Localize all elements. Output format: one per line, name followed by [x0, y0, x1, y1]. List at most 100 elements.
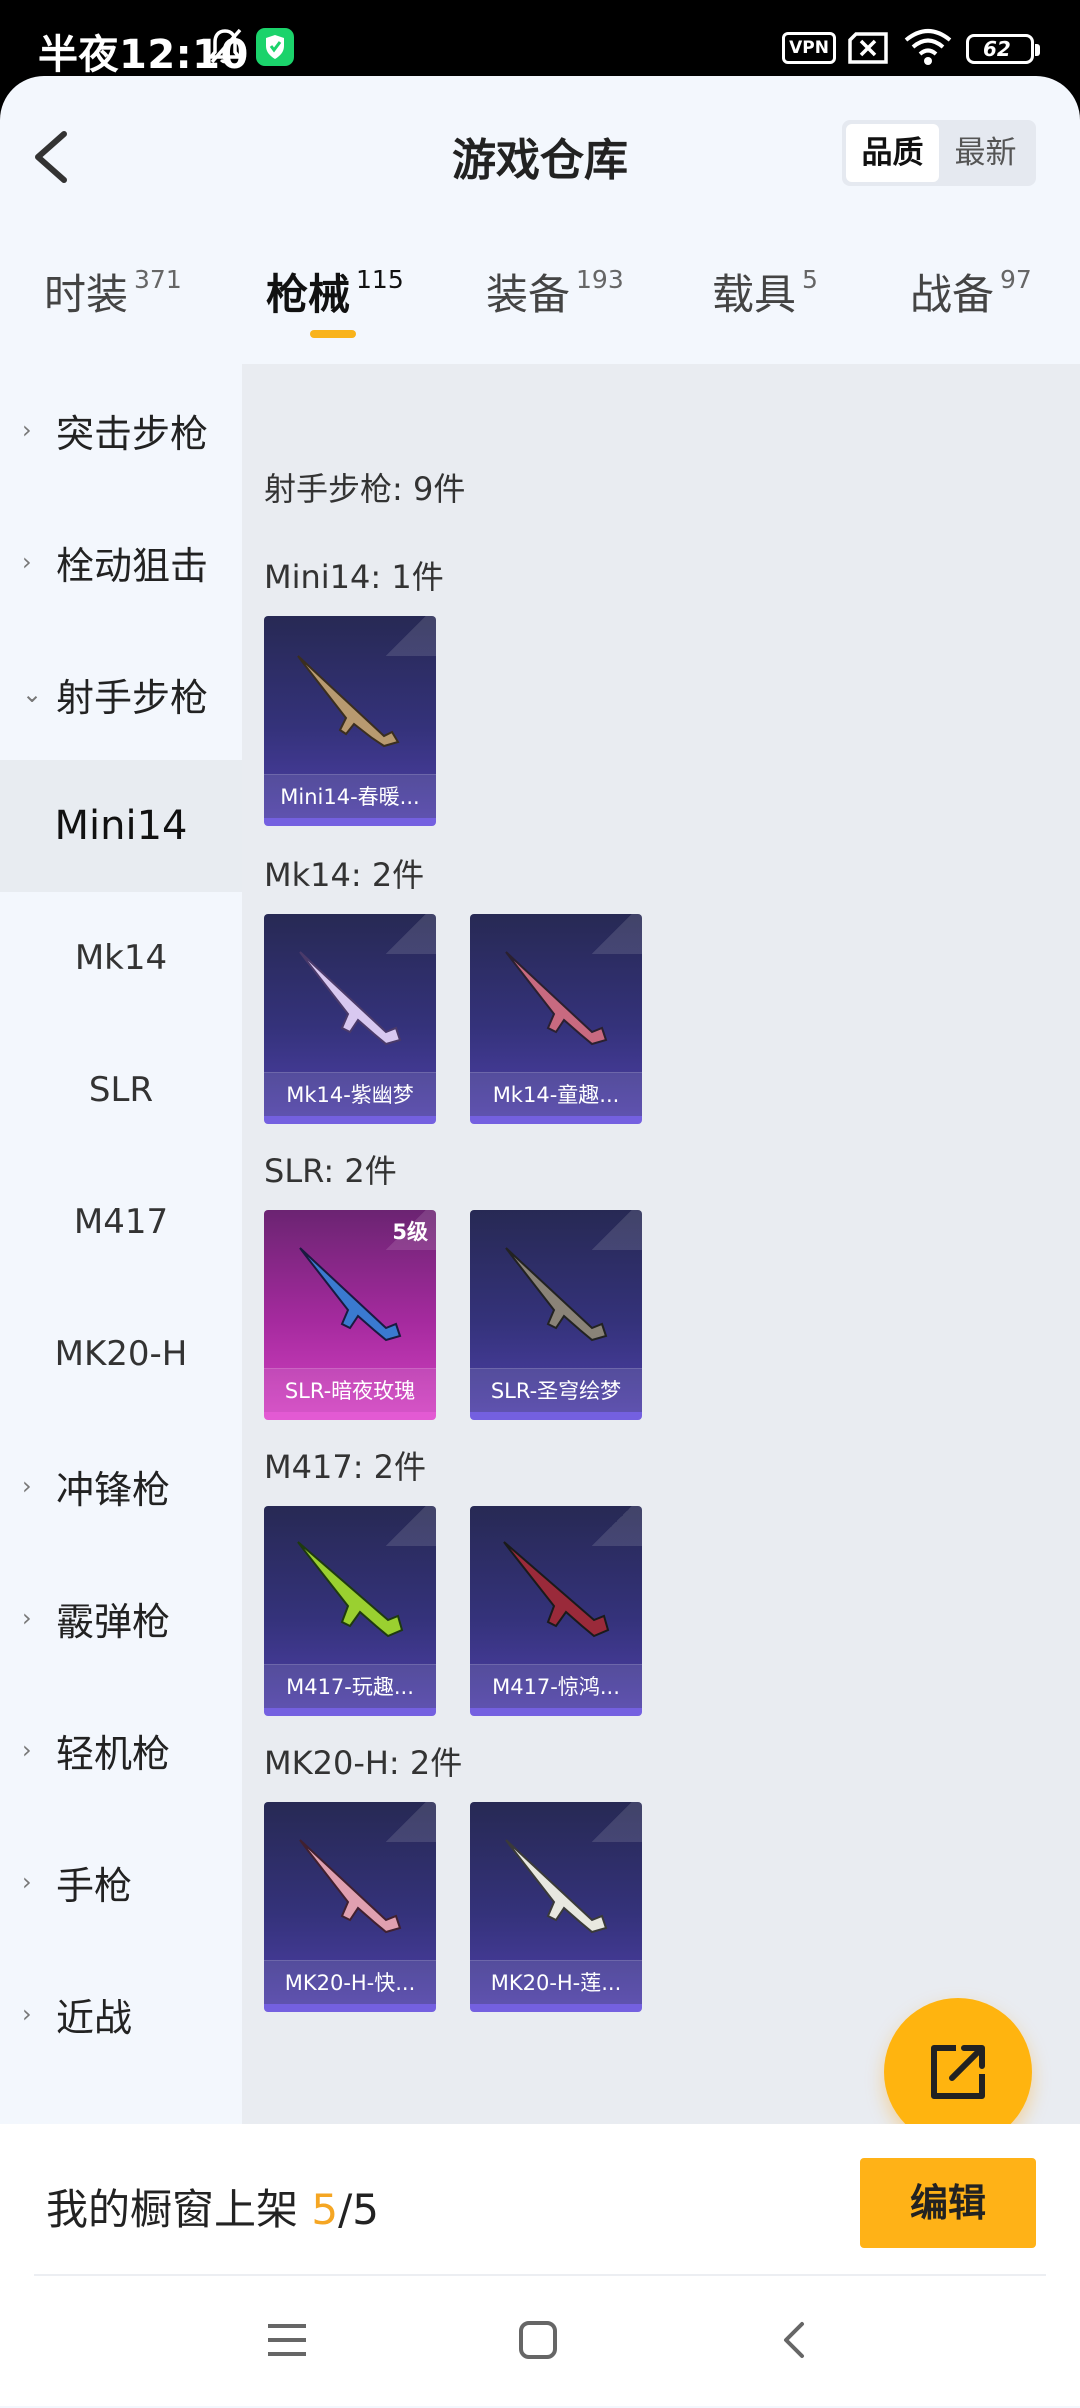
item-card[interactable]: MK20-H-莲... — [470, 1802, 642, 2012]
vpn-icon: VPN — [782, 32, 836, 64]
chevron-right-icon: › — [22, 1868, 32, 1896]
chevron-right-icon: › — [22, 2000, 32, 2028]
tab-supplies[interactable]: 战备 97 — [910, 261, 1032, 322]
rifle-image — [299, 1839, 402, 1934]
sort-quality-button[interactable]: 品质 — [846, 124, 939, 182]
sidebar-item-melee[interactable]: › 近战 — [0, 1948, 242, 2080]
active-tab-indicator — [310, 330, 356, 338]
group-title: Mk14: 2件 — [264, 856, 425, 894]
group-title: Mini14: 1件 — [264, 558, 444, 596]
item-card[interactable]: M417-惊鸿... — [470, 1506, 642, 1716]
sidebar-item-marksman-rifle[interactable]: ⌄ 射手步枪 — [0, 628, 242, 760]
item-name: MK20-H-快... — [264, 1960, 436, 2004]
tab-count: 97 — [1000, 265, 1032, 294]
sidebar-item-label: 栓动狙击 — [56, 543, 209, 588]
no-sim-icon — [848, 32, 888, 64]
item-name: Mk14-紫幽梦 — [264, 1072, 436, 1116]
bell-off-icon — [207, 28, 243, 64]
item-card[interactable]: 5级 SLR-暗夜玫瑰 — [264, 1210, 436, 1420]
tab-label: 枪械 — [266, 270, 351, 319]
battery-icon: 62 — [966, 34, 1040, 64]
tab-vehicles[interactable]: 载具 5 — [712, 261, 818, 322]
menu-icon[interactable] — [266, 2320, 308, 2360]
group-title: MK20-H: 2件 — [264, 1744, 463, 1782]
sort-toggle: 品质 最新 — [842, 120, 1036, 186]
sidebar-item-bolt-sniper[interactable]: › 栓动狙击 — [0, 496, 242, 628]
tab-label: 战备 — [910, 270, 995, 319]
sidebar-item-label: 冲锋枪 — [56, 1467, 171, 1512]
shelf-status: 我的橱窗上架 5/5 — [46, 2176, 379, 2237]
chevron-right-icon: › — [22, 1604, 32, 1632]
sidebar-subitem-mk20h[interactable]: MK20-H — [0, 1288, 242, 1420]
sort-latest-button[interactable]: 最新 — [939, 124, 1032, 182]
rifle-image — [505, 1839, 608, 1934]
rifle-image — [299, 951, 402, 1046]
sidebar-item-label: 突击步枪 — [56, 411, 209, 456]
item-name: MK20-H-莲... — [470, 1960, 642, 2004]
chevron-right-icon: › — [22, 548, 32, 576]
share-icon — [931, 2045, 985, 2099]
item-grid-area: 射手步枪: 9件 Mini14: 1件 Mini14-春暖... Mk14: 2… — [242, 364, 1080, 2198]
sidebar-subitem-m417[interactable]: M417 — [0, 1156, 242, 1288]
shelf-total-count: /5 — [338, 2185, 379, 2234]
edit-button[interactable]: 编辑 — [860, 2158, 1036, 2248]
tab-label: 载具 — [712, 270, 797, 319]
item-card[interactable]: SLR-圣穹绘梦 — [470, 1210, 642, 1420]
tab-count: 5 — [802, 265, 818, 294]
item-name: Mini14-春暖... — [264, 774, 436, 818]
wifi-icon — [904, 29, 952, 65]
item-card[interactable]: Mini14-春暖... — [264, 616, 436, 826]
chevron-down-icon: ⌄ — [22, 680, 43, 708]
shelf-bar: 我的橱窗上架 5/5 编辑 — [0, 2124, 1080, 2284]
security-shield-icon — [256, 28, 294, 66]
tab-equipment[interactable]: 装备 193 — [486, 261, 624, 322]
rifle-image — [297, 1541, 404, 1638]
sidebar-item-label: 轻机枪 — [56, 1731, 171, 1776]
item-name: M417-玩趣... — [264, 1664, 436, 1708]
item-card[interactable]: M417-玩趣... — [264, 1506, 436, 1716]
sidebar-subitem-mini14[interactable]: Mini14 — [0, 760, 242, 892]
sidebar-subitem-slr[interactable]: SLR — [0, 1024, 242, 1156]
item-name: SLR-暗夜玫瑰 — [264, 1368, 436, 1412]
sidebar-item-label: 霰弹枪 — [56, 1599, 171, 1644]
rifle-image — [299, 1247, 402, 1342]
tab-count: 371 — [134, 265, 182, 294]
shelf-label: 我的橱窗上架 — [46, 2185, 299, 2234]
sidebar-item-label: 近战 — [56, 1995, 133, 2040]
rifle-image — [505, 1247, 608, 1342]
tab-fashion[interactable]: 时装 371 — [44, 261, 182, 322]
header: 游戏仓库 品质 最新 — [0, 76, 1080, 226]
sidebar-item-pistol[interactable]: › 手枪 — [0, 1816, 242, 1948]
sidebar: › 突击步枪 › 栓动狙击 ⌄ 射手步枪 Mini14 Mk14 SLR M417 M… — [0, 364, 242, 2198]
sidebar-item-smg[interactable]: › 冲锋枪 — [0, 1420, 242, 1552]
back-icon[interactable] — [778, 2320, 808, 2360]
chevron-right-icon: › — [22, 1472, 32, 1500]
rifle-image — [505, 951, 608, 1046]
sidebar-subitem-mk14[interactable]: Mk14 — [0, 892, 242, 1024]
category-tabs: 时装 371 枪械 115 装备 193 载具 5 战备 97 — [0, 261, 1080, 361]
chevron-right-icon: › — [22, 1736, 32, 1764]
rifle-image — [503, 1541, 610, 1638]
tab-label: 装备 — [486, 270, 571, 319]
item-card[interactable]: Mk14-童趣... — [470, 914, 642, 1124]
battery-level: 62 — [983, 37, 1011, 61]
group-title: SLR: 2件 — [264, 1152, 397, 1190]
tab-label: 时装 — [44, 270, 129, 319]
home-icon[interactable] — [518, 2320, 558, 2360]
sidebar-item-label: 手枪 — [56, 1863, 133, 1908]
sidebar-item-label: 射手步枪 — [56, 675, 209, 720]
tab-count: 193 — [576, 265, 624, 294]
item-card[interactable]: MK20-H-快... — [264, 1802, 436, 2012]
item-name: Mk14-童趣... — [470, 1072, 642, 1116]
group-title: M417: 2件 — [264, 1448, 427, 1486]
category-title: 射手步枪: 9件 — [264, 470, 466, 508]
rifle-image — [297, 655, 400, 748]
chevron-right-icon: › — [22, 416, 32, 444]
sidebar-item-shotgun[interactable]: › 霰弹枪 — [0, 1552, 242, 1684]
item-card[interactable]: Mk14-紫幽梦 — [264, 914, 436, 1124]
sidebar-item-assault-rifle[interactable]: › 突击步枪 — [0, 364, 242, 496]
tab-guns[interactable]: 枪械 115 — [266, 261, 404, 322]
sidebar-item-lmg[interactable]: › 轻机枪 — [0, 1684, 242, 1816]
tab-count: 115 — [356, 265, 404, 294]
item-name: M417-惊鸿... — [470, 1664, 642, 1708]
